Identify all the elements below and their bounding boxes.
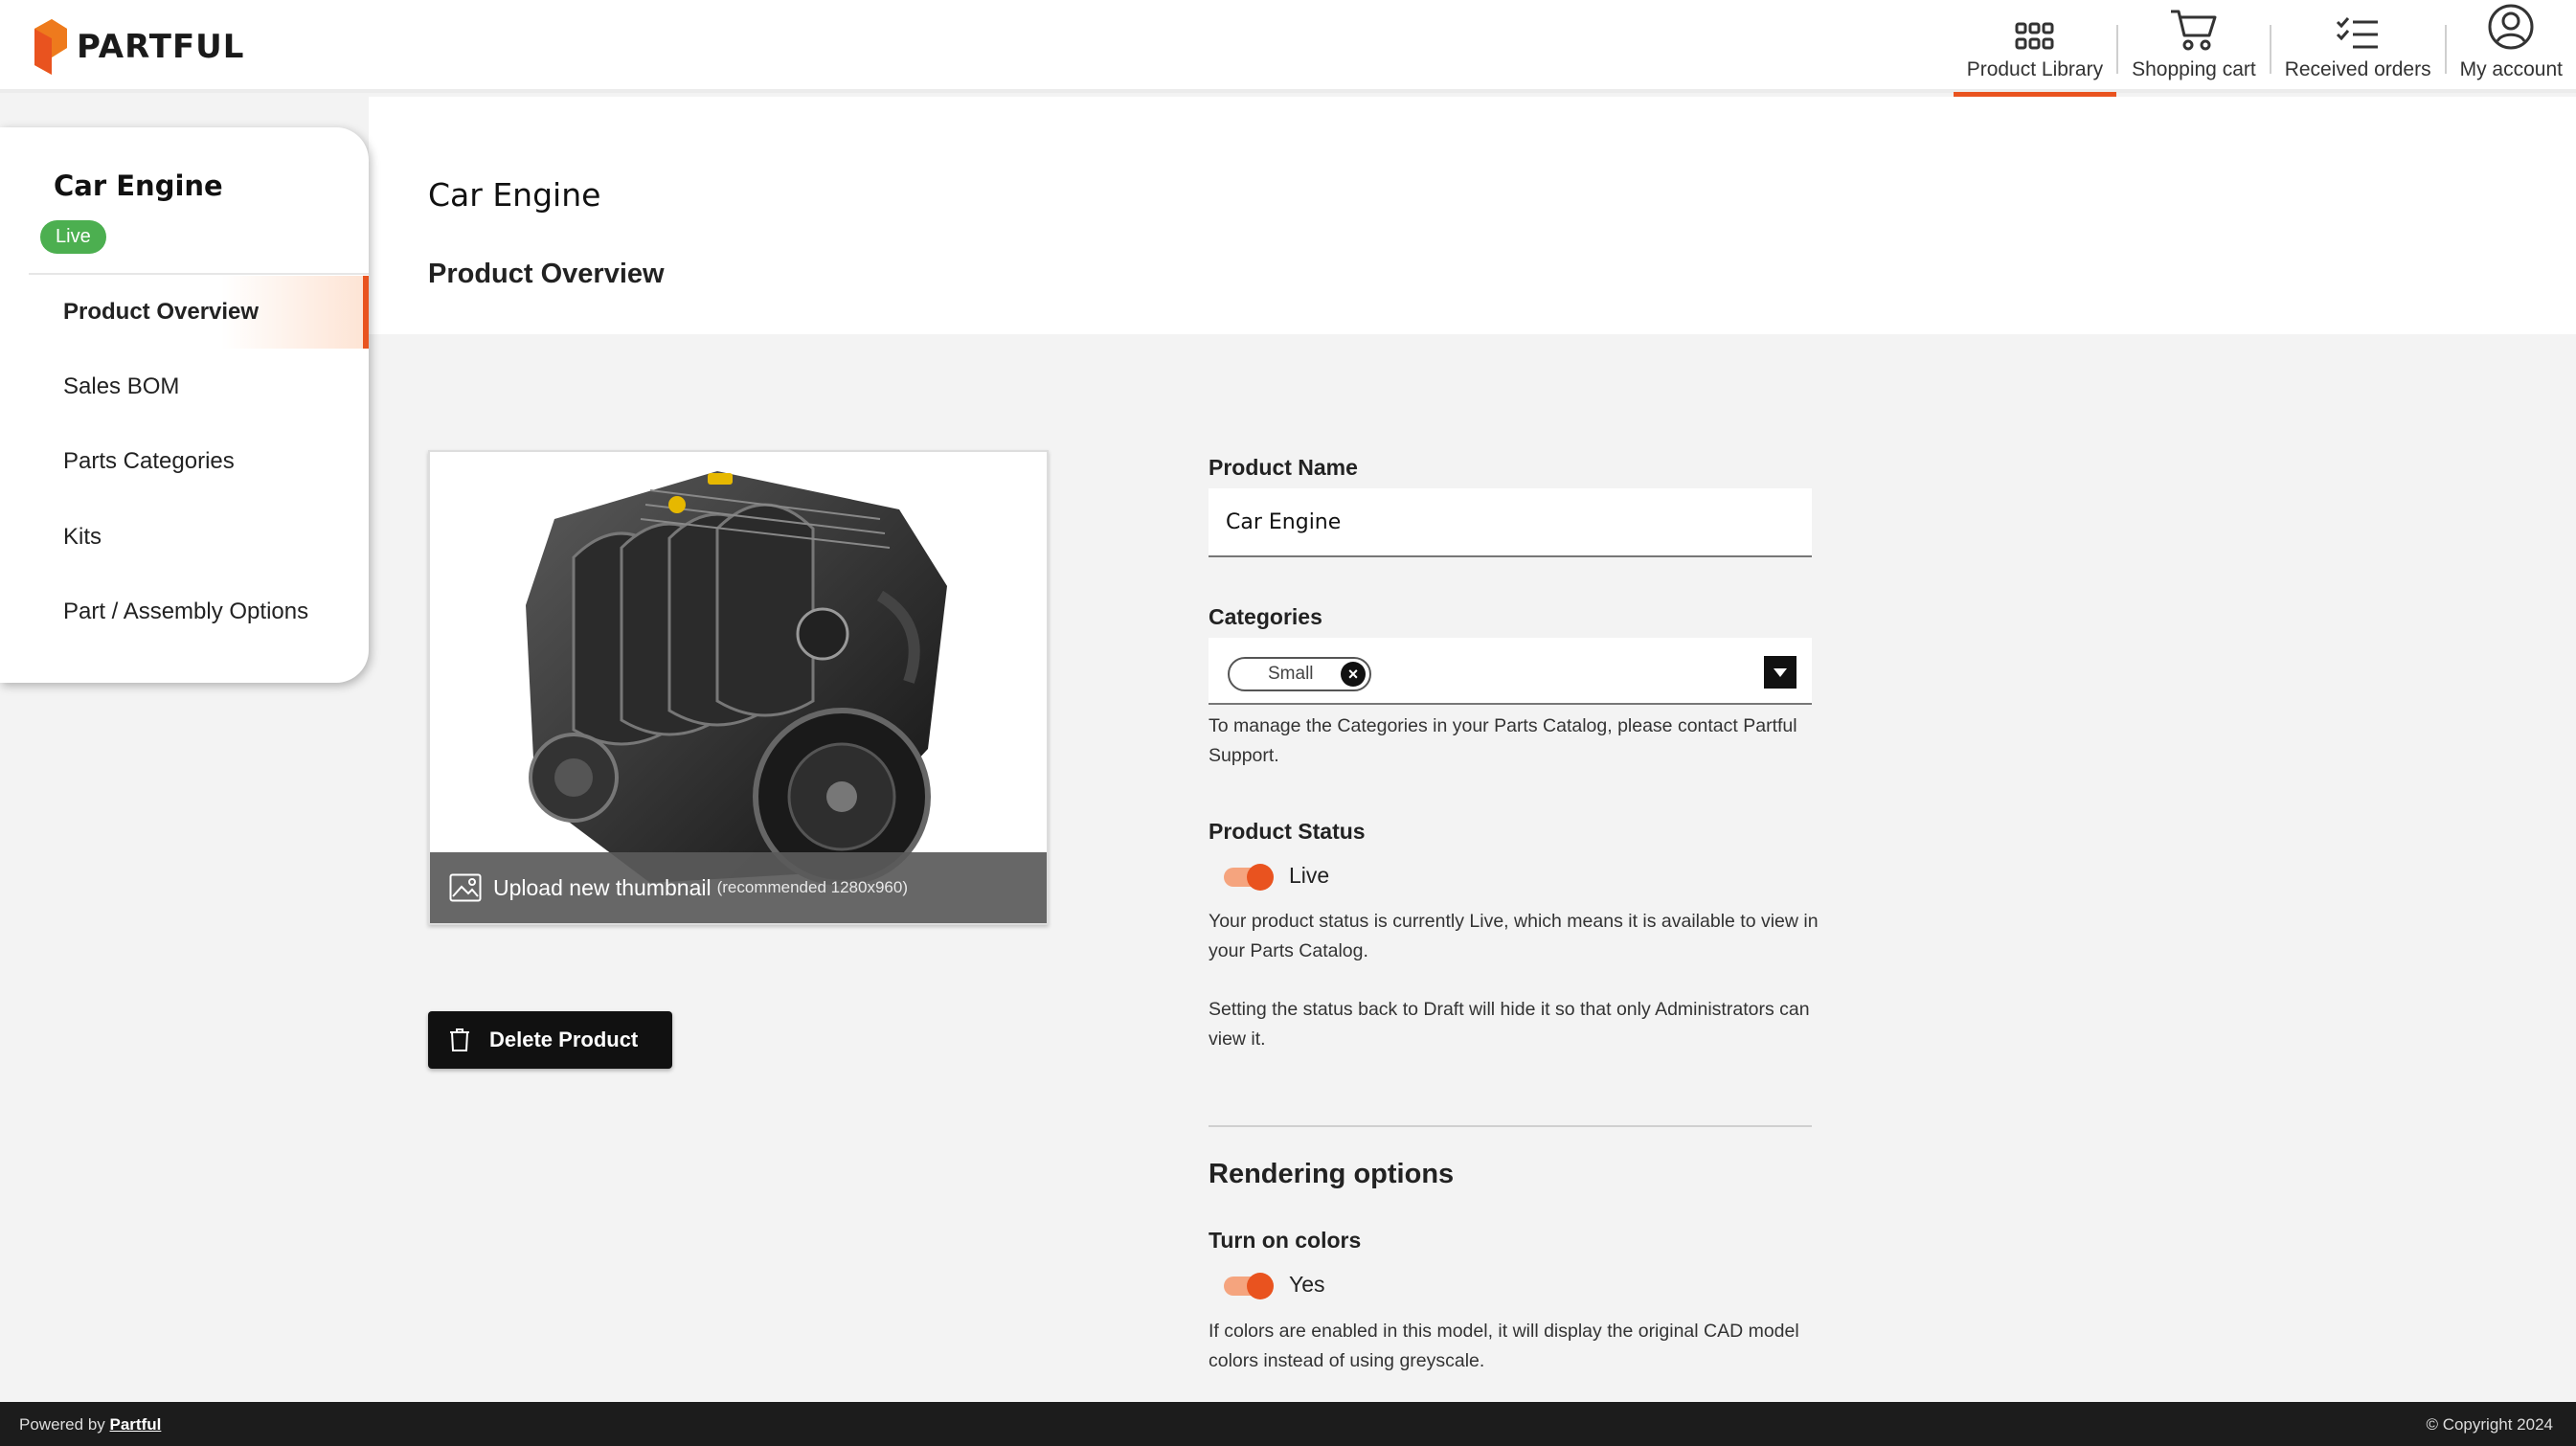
user-circle-icon	[2488, 4, 2534, 50]
sidebar-item-sales-bom[interactable]: Sales BOM	[0, 350, 369, 423]
status-draft-help-text: Setting the status back to Draft will hi…	[1209, 999, 1810, 1050]
nav-received-orders[interactable]: Received orders	[2271, 0, 2445, 93]
category-chip[interactable]: Small ×	[1228, 657, 1371, 691]
toggle-switch	[1224, 1272, 1274, 1299]
sidebar-product-title: Car Engine	[54, 169, 223, 202]
powered-by-text: Powered by	[19, 1415, 105, 1434]
categories-help-text: To manage the Categories in your Parts C…	[1209, 715, 1797, 766]
partful-link[interactable]: Partful	[110, 1415, 162, 1434]
status-toggle-label: Live	[1289, 863, 1330, 888]
checklist-icon	[2337, 17, 2379, 49]
sidebar-item-kits[interactable]: Kits	[0, 501, 369, 574]
sidebar-item-parts-categories[interactable]: Parts Categories	[0, 425, 369, 498]
trash-icon	[450, 1028, 469, 1051]
title-band	[369, 97, 2576, 334]
nav-product-library[interactable]: Product Library	[1953, 0, 2117, 97]
colors-label: Turn on colors	[1209, 1228, 1362, 1253]
nav-label: Shopping cart	[2132, 58, 2256, 80]
colors-help-text: If colors are enabled in this model, it …	[1209, 1321, 1799, 1371]
image-icon	[449, 873, 482, 902]
partful-logo-icon	[34, 19, 67, 75]
delete-product-button[interactable]: Delete Product	[428, 1011, 672, 1069]
footer: Powered by Partful © Copyright 2024	[0, 1402, 2576, 1446]
sidebar-item-product-overview[interactable]: Product Overview	[0, 276, 369, 349]
product-status-toggle[interactable]: Live	[1224, 863, 1330, 891]
category-chip-label: Small	[1268, 664, 1314, 684]
section-divider	[1209, 1125, 1812, 1127]
main-nav: Product Library Shopping cart Received o…	[1953, 0, 2576, 97]
section-title: Product Overview	[428, 259, 665, 289]
categories-select[interactable]: Small ×	[1209, 638, 1812, 705]
product-name-input[interactable]: Car Engine	[1209, 488, 1812, 557]
toggle-switch	[1224, 863, 1274, 891]
product-sidebar: Car Engine Live Product Overview Sales B…	[0, 127, 369, 683]
nav-label: Product Library	[1966, 58, 2104, 80]
grid-icon	[2015, 22, 2054, 50]
upload-hint: (recommended 1280x960)	[716, 878, 908, 896]
page-title: Car Engine	[428, 176, 601, 214]
status-help-text: Your product status is currently Live, w…	[1209, 911, 1819, 961]
upload-thumbnail-button[interactable]: Upload new thumbnail (recommended 1280x9…	[430, 852, 1047, 923]
product-thumbnail: Upload new thumbnail (recommended 1280x9…	[428, 450, 1049, 925]
sidebar-divider	[29, 273, 369, 275]
brand-name: PARTFUL	[77, 28, 245, 66]
nav-shopping-cart[interactable]: Shopping cart	[2118, 0, 2270, 93]
nav-label: Received orders	[2284, 58, 2431, 80]
cart-icon	[2170, 10, 2217, 51]
colors-toggle-label: Yes	[1289, 1272, 1325, 1297]
status-badge: Live	[40, 220, 106, 254]
delete-label: Delete Product	[489, 1028, 639, 1051]
copyright: © Copyright 2024	[2426, 1415, 2553, 1434]
sidebar-item-part-assembly-options[interactable]: Part / Assembly Options	[0, 576, 369, 648]
nav-my-account[interactable]: My account	[2447, 0, 2576, 93]
remove-chip-icon[interactable]: ×	[1341, 662, 1366, 687]
product-status-label: Product Status	[1209, 819, 1366, 844]
partful-logo[interactable]: PARTFUL	[29, 19, 244, 75]
colors-toggle[interactable]: Yes	[1224, 1272, 1325, 1299]
powered-by: Powered by Partful	[19, 1415, 161, 1435]
chevron-down-icon[interactable]	[1764, 656, 1796, 689]
top-header: PARTFUL Product Library Shopping cart Re…	[0, 0, 2576, 97]
upload-label: Upload new thumbnail	[493, 874, 712, 900]
categories-label: Categories	[1209, 604, 1322, 629]
rendering-options-title: Rendering options	[1209, 1159, 1455, 1189]
product-name-label: Product Name	[1209, 455, 1358, 480]
nav-label: My account	[2459, 58, 2563, 80]
